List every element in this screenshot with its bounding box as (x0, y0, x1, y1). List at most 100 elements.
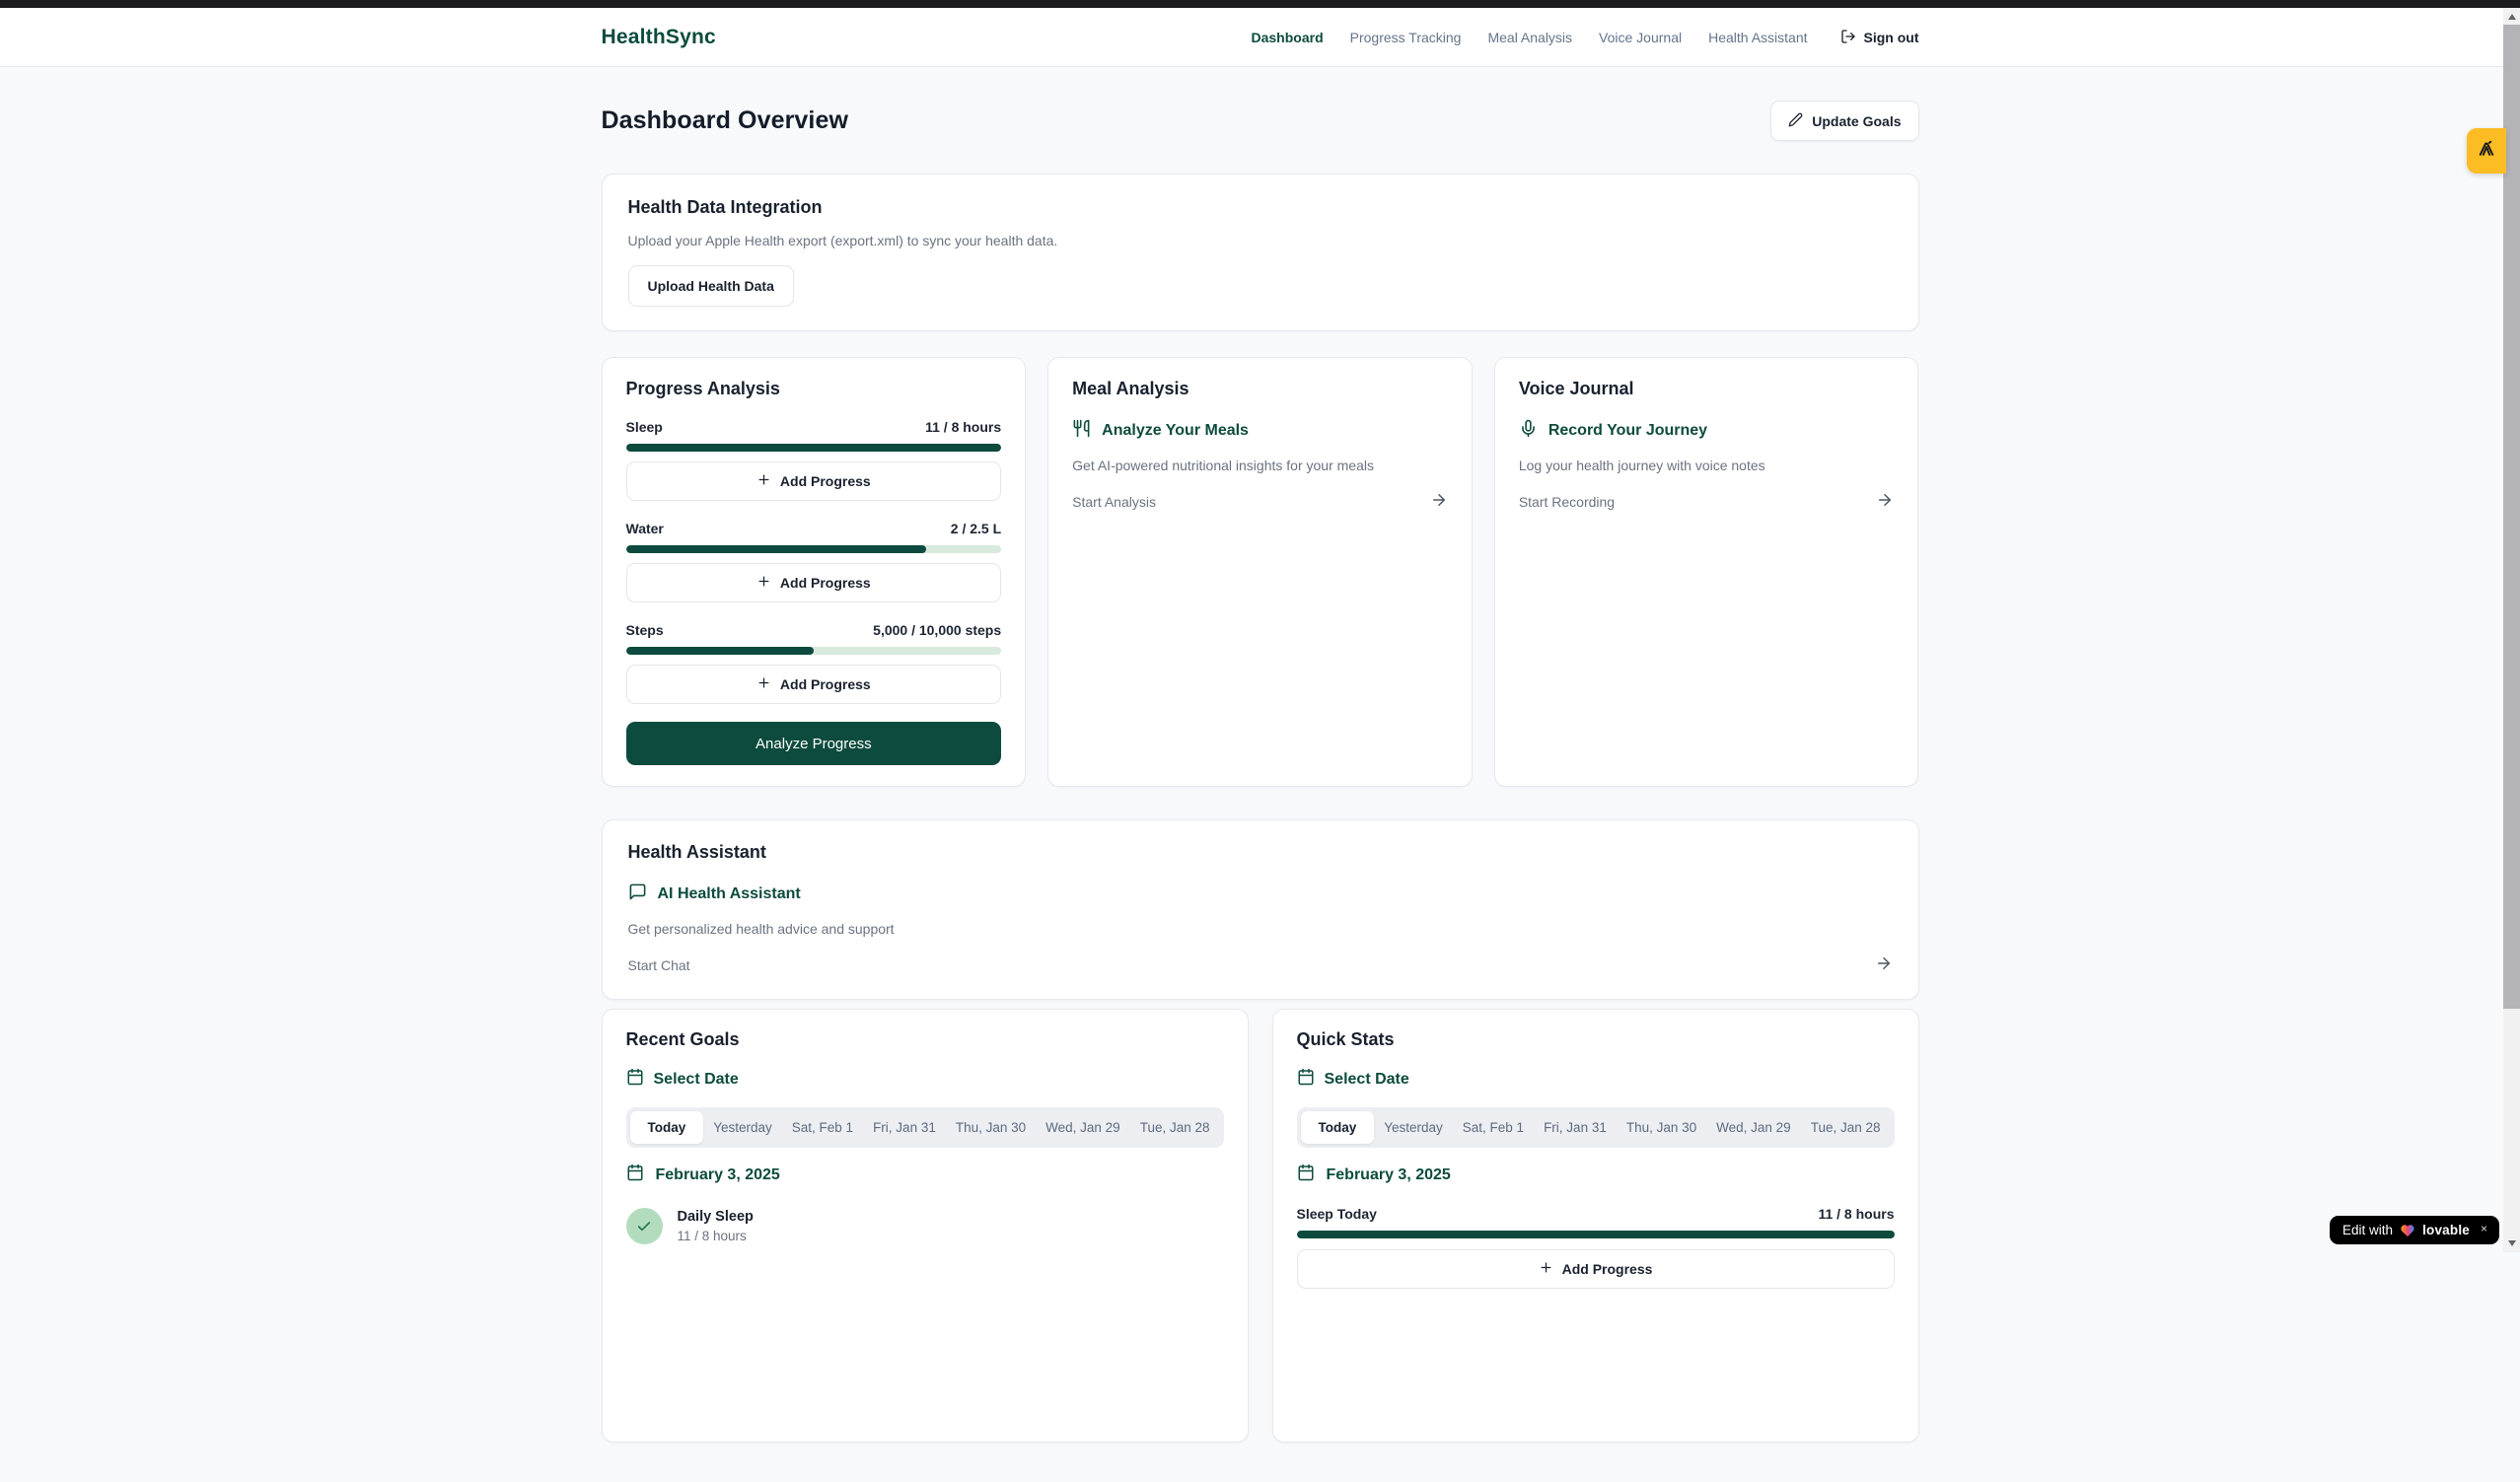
chat-icon (628, 882, 647, 906)
meal-analysis-title: Meal Analysis (1072, 379, 1448, 399)
close-icon[interactable]: × (2481, 1223, 2487, 1235)
nav-voice-journal[interactable]: Voice Journal (1599, 30, 1682, 45)
mic-icon (1519, 419, 1538, 443)
tab-wed-jan-29[interactable]: Wed, Jan 29 (1706, 1111, 1801, 1144)
start-recording-label: Start Recording (1519, 494, 1615, 510)
page-title: Dashboard Overview (602, 106, 849, 135)
update-goals-button[interactable]: Update Goals (1770, 101, 1918, 141)
select-date-label: Select Date (654, 1071, 739, 1089)
scrollbar-up-arrow[interactable] (2503, 8, 2520, 25)
ai-health-assistant-link[interactable]: AI Health Assistant (628, 882, 1893, 906)
tab-tue-jan-28[interactable]: Tue, Jan 28 (1801, 1111, 1891, 1144)
update-goals-label: Update Goals (1812, 113, 1901, 129)
start-analysis-action[interactable]: Start Analysis (1072, 491, 1448, 512)
goal-value-water: 2 / 2.5 L (951, 521, 1001, 536)
calendar-icon (1297, 1068, 1315, 1091)
plus-icon (756, 472, 771, 490)
progress-analysis-title: Progress Analysis (626, 379, 1002, 399)
recent-goals-selected-date: February 3, 2025 (626, 1164, 1224, 1186)
logout-icon (1840, 29, 1856, 47)
add-progress-water-button[interactable]: Add Progress (626, 563, 1002, 602)
goal-item-name: Daily Sleep (678, 1209, 754, 1225)
goal-sleep: Sleep 11 / 8 hours Add Progress (626, 419, 1002, 501)
goal-value-steps: 5,000 / 10,000 steps (873, 622, 1001, 638)
meal-analysis-card: Meal Analysis Analyze Your Meals Get AI-… (1047, 357, 1473, 787)
health-assistant-title: Health Assistant (628, 842, 1893, 863)
upload-health-data-button[interactable]: Upload Health Data (628, 265, 794, 307)
tab-sat-feb-1[interactable]: Sat, Feb 1 (782, 1111, 863, 1144)
nav-progress-tracking[interactable]: Progress Tracking (1350, 30, 1462, 45)
voice-journal-card: Voice Journal Record Your Journey Log yo… (1494, 357, 1919, 787)
arrow-right-icon (1430, 491, 1448, 512)
brand-logo[interactable]: HealthSync (602, 26, 716, 49)
pencil-icon (1788, 112, 1803, 130)
analyze-your-meals-link[interactable]: Analyze Your Meals (1072, 419, 1448, 443)
progress-analysis-card: Progress Analysis Sleep 11 / 8 hours Add… (602, 357, 1027, 787)
record-your-journey-link[interactable]: Record Your Journey (1519, 419, 1895, 443)
check-circle-icon (626, 1208, 663, 1244)
tab-fri-jan-31[interactable]: Fri, Jan 31 (863, 1111, 946, 1144)
tab-thu-jan-30[interactable]: Thu, Jan 30 (946, 1111, 1036, 1144)
add-progress-steps-button[interactable]: Add Progress (626, 665, 1002, 704)
site-header: HealthSync Dashboard Progress Tracking M… (0, 8, 2520, 67)
tab-sat-feb-1[interactable]: Sat, Feb 1 (1453, 1111, 1534, 1144)
arrow-right-icon (1876, 491, 1894, 512)
goal-value-sleep: 11 / 8 hours (925, 419, 1001, 435)
tab-yesterday[interactable]: Yesterday (703, 1111, 782, 1144)
calendar-icon (626, 1164, 644, 1186)
scrollbar-down-arrow[interactable] (2503, 1235, 2520, 1251)
stat-label-sleep-today: Sleep Today (1297, 1206, 1377, 1222)
arrow-right-icon (1875, 954, 1893, 975)
lovable-edit-fab[interactable] (2467, 128, 2506, 174)
tab-yesterday[interactable]: Yesterday (1374, 1111, 1453, 1144)
meal-analysis-description: Get AI-powered nutritional insights for … (1072, 458, 1448, 473)
plus-icon (1539, 1260, 1553, 1278)
quick-stats-card: Quick Stats Select Date Today Yesterday … (1272, 1009, 1919, 1443)
tab-today[interactable]: Today (1301, 1111, 1375, 1144)
voice-journal-description: Log your health journey with voice notes (1519, 458, 1895, 473)
start-chat-label: Start Chat (628, 957, 690, 973)
goal-item-value: 11 / 8 hours (678, 1229, 754, 1243)
health-assistant-card: Health Assistant AI Health Assistant Get… (602, 819, 1919, 1000)
health-data-integration-card: Health Data Integration Upload your Appl… (602, 174, 1919, 331)
tab-thu-jan-30[interactable]: Thu, Jan 30 (1617, 1111, 1706, 1144)
health-assistant-description: Get personalized health advice and suppo… (628, 921, 1893, 937)
steps-progress-bar (626, 647, 1002, 655)
tab-tue-jan-28[interactable]: Tue, Jan 28 (1130, 1111, 1220, 1144)
quick-stats-select-date[interactable]: Select Date (1297, 1068, 1895, 1091)
page-scrollbar[interactable] (2503, 0, 2520, 1252)
plus-icon (756, 675, 771, 693)
nav-meal-analysis[interactable]: Meal Analysis (1487, 30, 1572, 45)
calendar-icon (1297, 1164, 1315, 1186)
analyze-progress-button[interactable]: Analyze Progress (626, 722, 1002, 765)
sleep-progress-bar (626, 444, 1002, 452)
recent-goals-select-date[interactable]: Select Date (626, 1068, 1224, 1091)
integration-description: Upload your Apple Health export (export.… (628, 233, 1893, 248)
tab-fri-jan-31[interactable]: Fri, Jan 31 (1534, 1111, 1617, 1144)
sign-out-label: Sign out (1864, 30, 1919, 45)
tab-wed-jan-29[interactable]: Wed, Jan 29 (1036, 1111, 1130, 1144)
plus-icon (756, 574, 771, 592)
lovable-label: lovable (2422, 1223, 2470, 1237)
lovable-heart-icon (2400, 1223, 2415, 1237)
stat-value-sleep-today: 11 / 8 hours (1818, 1206, 1894, 1222)
tab-today[interactable]: Today (630, 1111, 704, 1144)
nav-dashboard[interactable]: Dashboard (1252, 30, 1324, 45)
record-your-journey-label: Record Your Journey (1548, 422, 1707, 440)
edit-with-label: Edit with (2342, 1223, 2393, 1237)
ai-health-assistant-label: AI Health Assistant (658, 885, 801, 903)
water-progress-bar (626, 545, 1002, 553)
sign-out-button[interactable]: Sign out (1840, 29, 1919, 47)
goal-label-steps: Steps (626, 622, 664, 638)
select-date-label: Select Date (1325, 1071, 1409, 1089)
add-progress-label: Add Progress (780, 473, 871, 489)
start-chat-action[interactable]: Start Chat (628, 954, 1893, 975)
window-top-strip (0, 0, 2520, 8)
add-progress-sleep-button[interactable]: Add Progress (626, 461, 1002, 501)
quick-stats-date-tabs: Today Yesterday Sat, Feb 1 Fri, Jan 31 T… (1297, 1107, 1895, 1148)
nav-health-assistant[interactable]: Health Assistant (1708, 30, 1807, 45)
quick-stats-add-progress-button[interactable]: Add Progress (1297, 1249, 1895, 1289)
start-recording-action[interactable]: Start Recording (1519, 491, 1895, 512)
add-progress-label: Add Progress (780, 575, 871, 591)
edit-with-lovable-badge[interactable]: Edit with lovable × (2330, 1216, 2499, 1244)
